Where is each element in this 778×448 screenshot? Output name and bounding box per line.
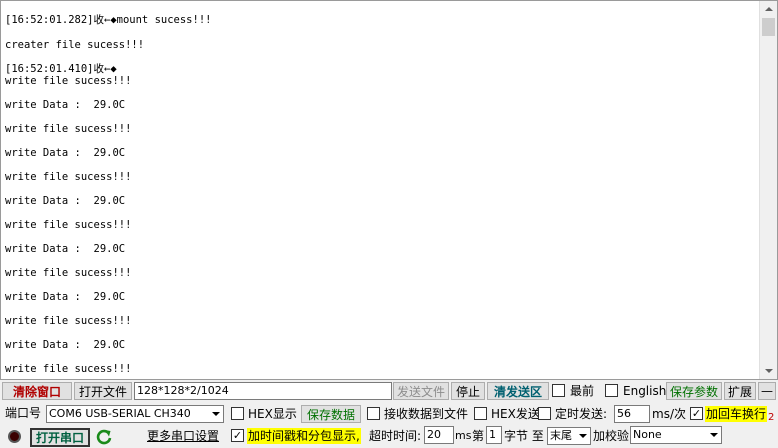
timed-send-checkbox[interactable] [538, 407, 551, 420]
port-status-indicator-icon [8, 430, 21, 443]
timeout-label: 超时时间: [369, 429, 422, 443]
stop-button[interactable]: 停止 [451, 382, 485, 400]
start-byte-input[interactable]: 1 [486, 426, 502, 444]
add-timestamp-label: 加时间戳和分包显示, [247, 428, 361, 444]
terminal-line: [16:52:01.282]收←◆mount sucess!!! [5, 14, 212, 26]
terminal-line: write Data : 29.0C [5, 291, 126, 303]
terminal-line: write Data : 29.0C [5, 243, 126, 255]
byte-suffix-label: 字节 至 [504, 429, 544, 443]
send-file-button[interactable]: 发送文件 [393, 382, 449, 400]
chevron-down-icon[interactable] [208, 406, 223, 422]
save-params-button[interactable]: 保存参数 [666, 382, 722, 400]
open-port-button[interactable]: 打开串口 [30, 428, 90, 447]
topmost-label: 最前 [570, 384, 595, 398]
clear-window-button[interactable]: 清除窗口 [2, 382, 72, 400]
add-crlf-checkbox[interactable]: ✓ [690, 407, 703, 420]
chevron-down-icon[interactable] [706, 427, 721, 443]
terminal-line: write file sucess!!! [5, 171, 132, 183]
hex-send-checkbox[interactable] [474, 407, 487, 420]
port-select-value: COM6 USB-SERIAL CH340 [49, 407, 191, 420]
terminal-line: write file sucess!!! [5, 123, 132, 135]
more-port-settings-link[interactable]: 更多串口设置 [147, 428, 219, 444]
overflow-mark: 2 [768, 412, 775, 423]
timed-send-label: 定时发送: [555, 407, 608, 421]
hex-display-checkbox[interactable] [231, 407, 244, 420]
clear-send-area-button[interactable]: 清发送区 [487, 382, 549, 400]
checksum-select-value: None [633, 428, 662, 441]
timeout-unit-label: ms [455, 429, 472, 442]
terminal-line: write file sucess!!! [5, 267, 132, 279]
english-label: English [623, 384, 667, 398]
expand-button[interactable]: 扩展 [724, 382, 756, 400]
checksum-label: 加校验 [593, 429, 630, 443]
terminal-line: write file sucess!!! [5, 363, 132, 375]
scrollbar-thumb[interactable] [762, 18, 775, 36]
chevron-down-icon[interactable] [575, 428, 590, 444]
terminal-line: write Data : 29.0C [5, 195, 126, 207]
collapse-button[interactable]: — [758, 382, 776, 400]
port-label: 端口号 [5, 406, 42, 420]
byte-prefix-label: 第 [472, 429, 485, 443]
add-crlf-label: 加回车换行 [705, 406, 768, 422]
english-checkbox[interactable] [605, 384, 618, 397]
timeout-input[interactable]: 20 [424, 426, 454, 444]
terminal-line: write Data : 29.0C [5, 339, 126, 351]
save-data-button[interactable]: 保存数据 [301, 405, 361, 423]
add-timestamp-checkbox[interactable]: ✓ [231, 429, 244, 442]
terminal-line: write file sucess!!! [5, 219, 132, 231]
file-path-input[interactable]: 128*128*2/1024 [134, 382, 392, 400]
terminal-line: write file sucess!!! [5, 315, 132, 327]
hex-send-label: HEX发送 [491, 407, 540, 421]
recv-to-file-label: 接收数据到文件 [384, 407, 469, 421]
scroll-down-arrow-icon[interactable] [760, 362, 777, 379]
scroll-up-arrow-icon[interactable] [760, 1, 777, 18]
interval-unit-label: ms/次 [652, 407, 686, 421]
vertical-scrollbar[interactable] [759, 1, 777, 379]
receive-area[interactable]: [16:52:01.282]收←◆mount sucess!!! creater … [0, 0, 778, 380]
terminal-line: write file sucess!!! [5, 75, 132, 87]
end-select[interactable]: 末尾 [547, 427, 591, 445]
terminal-line: write Data : 29.0C [5, 99, 126, 111]
checksum-select[interactable]: None [630, 426, 722, 444]
terminal-line: creater file sucess!!! [5, 39, 145, 51]
open-file-button[interactable]: 打开文件 [74, 382, 132, 400]
hex-display-label: HEX显示 [248, 407, 297, 421]
terminal-line: write Data : 29.0C [5, 147, 126, 159]
end-select-value: 末尾 [550, 429, 572, 442]
refresh-icon[interactable] [95, 428, 113, 446]
interval-input[interactable]: 56 [614, 405, 650, 423]
receive-text: [16:52:01.282]收←◆mount sucess!!! creater … [5, 1, 755, 379]
topmost-checkbox[interactable] [552, 384, 565, 397]
port-select[interactable]: COM6 USB-SERIAL CH340 [46, 405, 224, 423]
recv-to-file-checkbox[interactable] [367, 407, 380, 420]
